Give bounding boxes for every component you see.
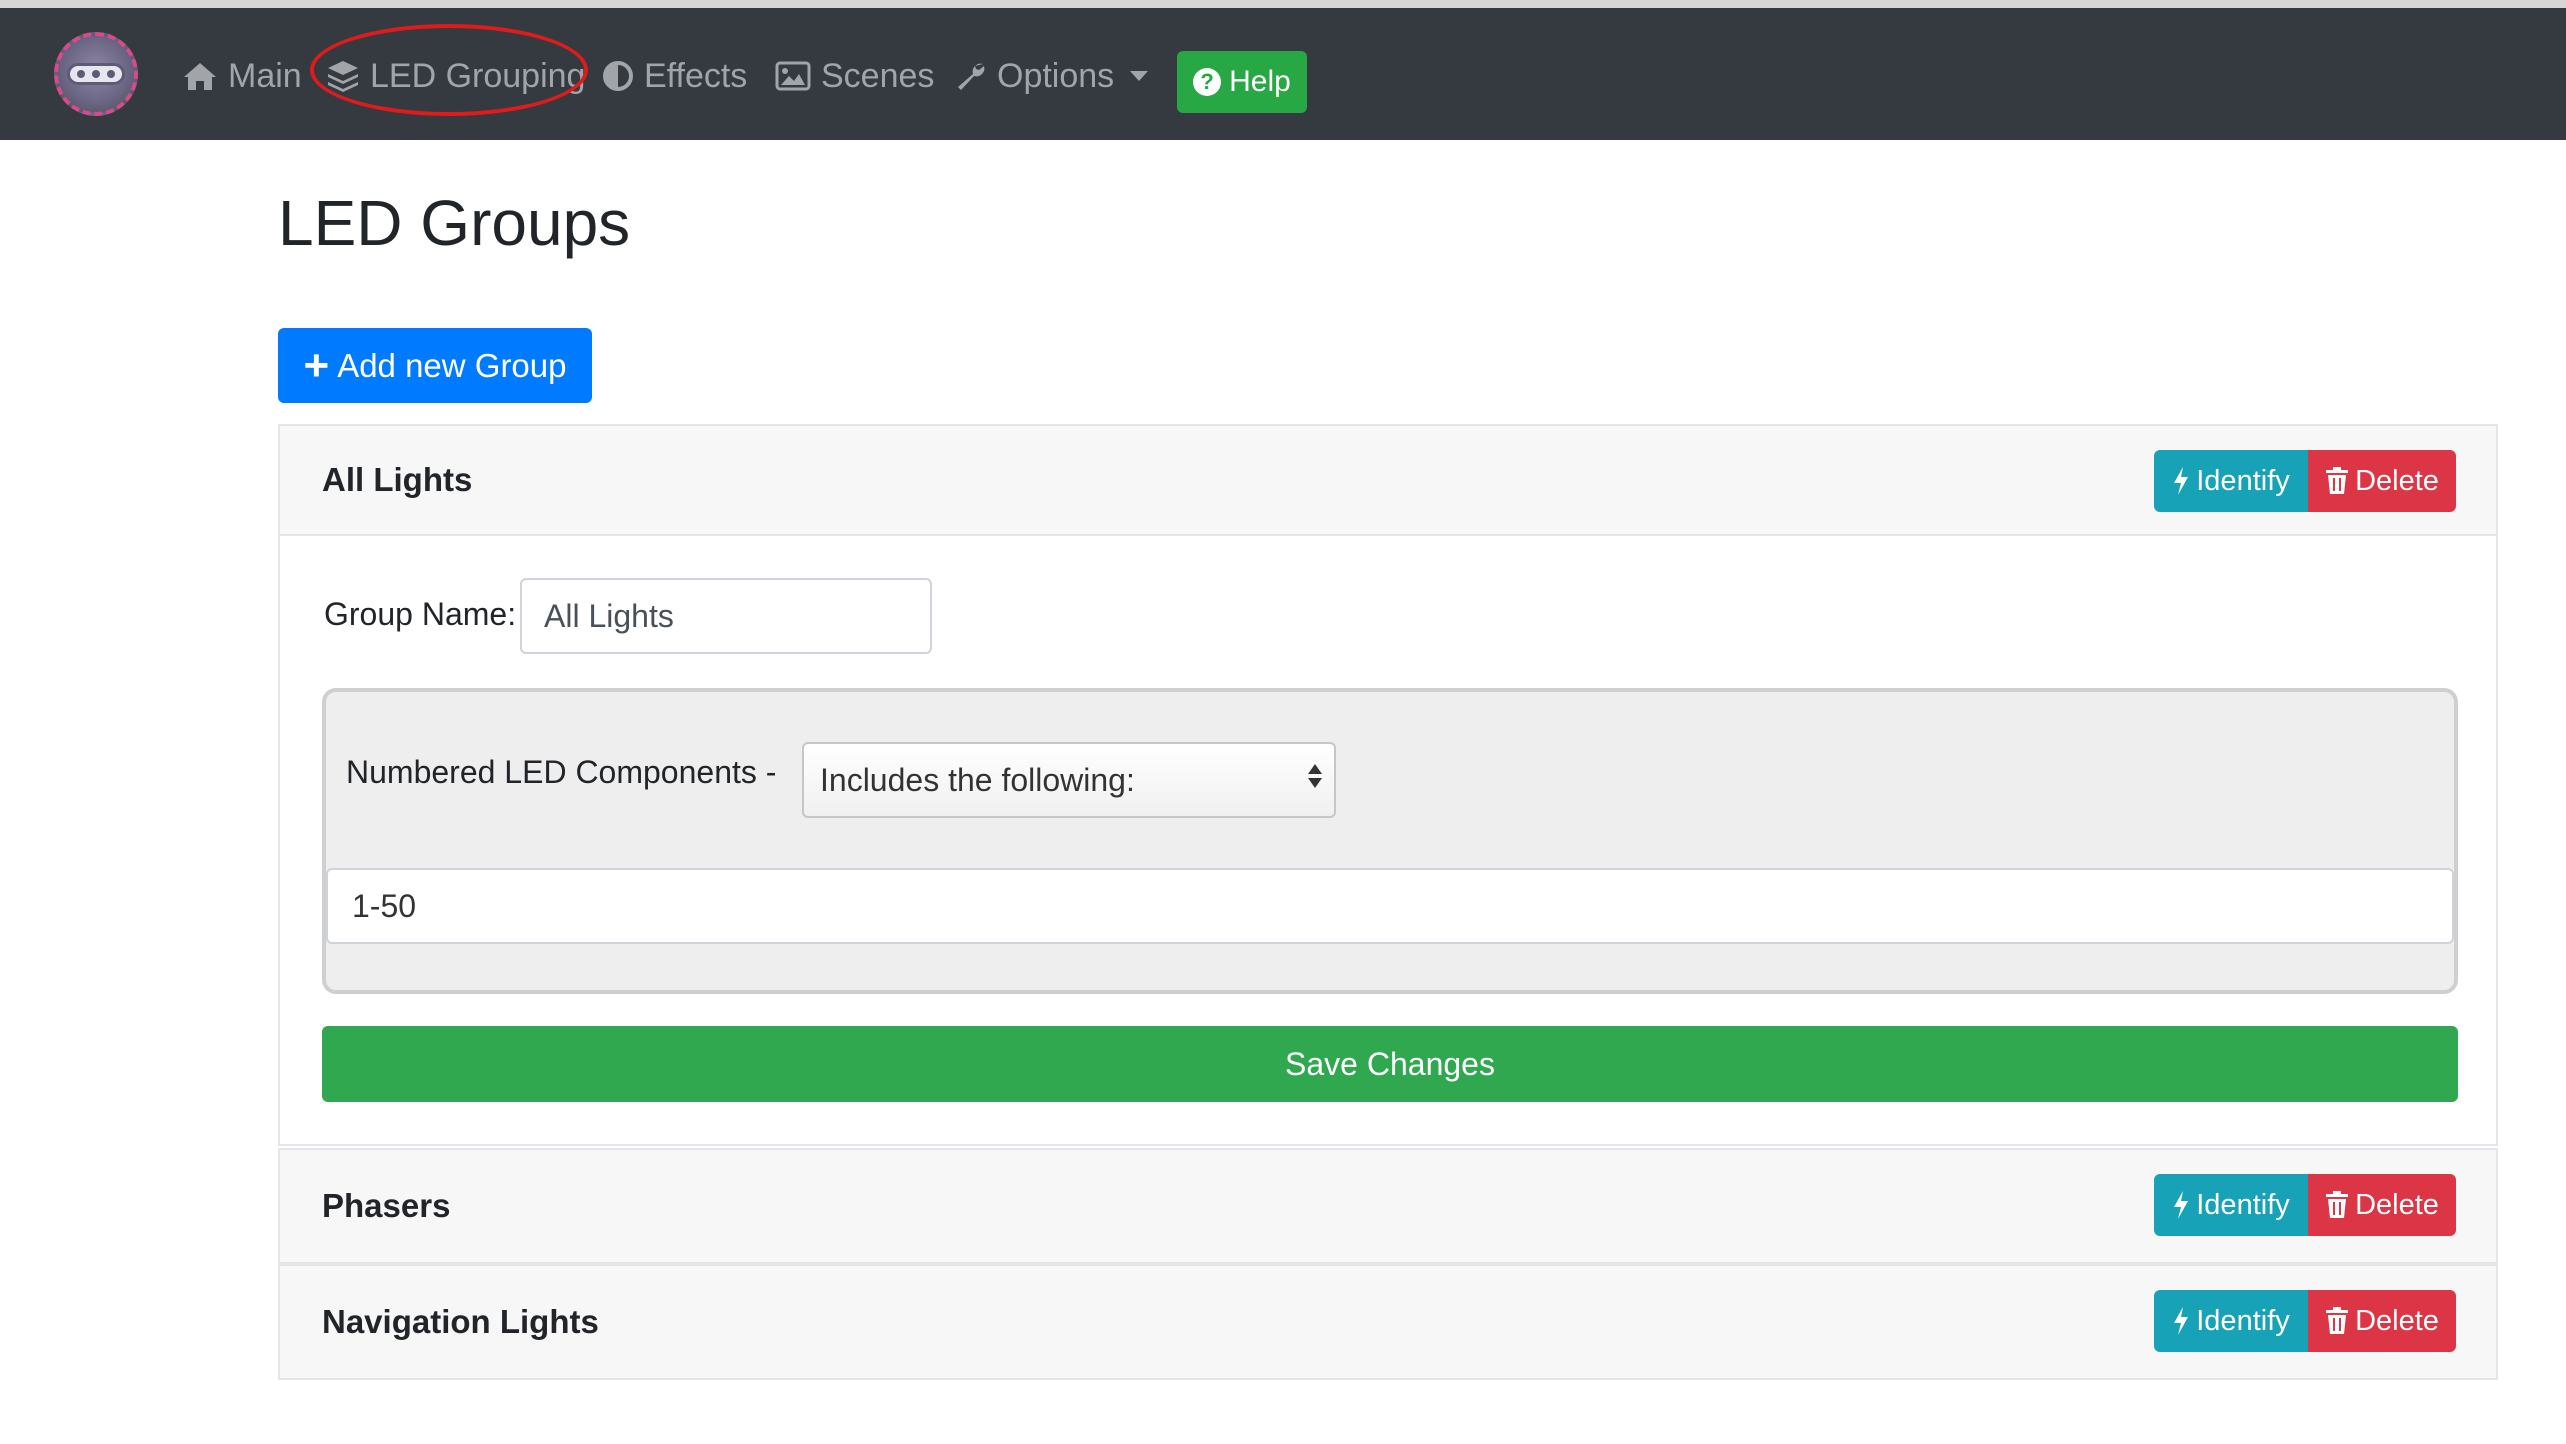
delete-label: Delete (2355, 464, 2439, 497)
question-circle-icon: ? (1193, 68, 1222, 96)
plus-icon: + (303, 340, 330, 390)
nav-item-label: Options (997, 56, 1115, 95)
contrast-icon (603, 61, 633, 91)
nav-item-label: Scenes (821, 56, 935, 95)
brand-logo[interactable] (54, 32, 138, 116)
components-label: Numbered LED Components - (346, 754, 777, 790)
delete-button[interactable]: Delete (2308, 1174, 2456, 1236)
wrench-icon (958, 63, 985, 90)
components-mode-select[interactable]: Includes the following: (802, 742, 1336, 818)
group-card-navigation-lights: Navigation Lights Identify Delete (278, 1264, 2498, 1380)
nav-item-main[interactable]: Main (182, 48, 302, 104)
identify-label: Identify (2196, 1304, 2290, 1337)
nav-item-scenes[interactable]: Scenes (775, 48, 934, 104)
page-title: LED Groups (278, 187, 631, 259)
nav-item-led-grouping[interactable]: LED Grouping (326, 48, 585, 104)
window-top-edge (0, 0, 2566, 8)
group-name-label: Group Name: (324, 596, 517, 632)
image-icon (775, 61, 811, 91)
led-components-panel: Numbered LED Components - Includes the f… (322, 688, 2458, 994)
group-title: All Lights (322, 461, 473, 498)
group-title: Navigation Lights (322, 1303, 599, 1340)
delete-label: Delete (2355, 1188, 2439, 1221)
group-actions: Identify Delete (2154, 1174, 2456, 1236)
group-actions: Identify Delete (2154, 450, 2456, 512)
add-new-group-button[interactable]: + Add new Group (278, 328, 592, 403)
group-card-header[interactable]: All Lights Identify Delete (280, 426, 2496, 536)
nav-item-label: Main (228, 56, 302, 95)
top-navbar: Main LED Grouping Effects Scenes Options… (0, 8, 2566, 140)
nav-item-label: Effects (644, 56, 748, 95)
group-card-header[interactable]: Navigation Lights Identify Delete (280, 1266, 2496, 1378)
chevron-down-icon (1130, 71, 1149, 81)
group-actions: Identify Delete (2154, 1290, 2456, 1352)
nav-item-label: LED Grouping (370, 56, 586, 95)
nav-item-options[interactable]: Options (955, 48, 1149, 104)
trash-icon (2326, 467, 2349, 494)
add-new-group-label: Add new Group (337, 346, 567, 384)
group-card-body: Group Name: Numbered LED Components - In… (280, 536, 2496, 1144)
home-icon (184, 63, 216, 90)
help-label: Help (1229, 65, 1291, 98)
components-range-input[interactable] (326, 868, 2454, 944)
group-card-phasers: Phasers Identify Delete (278, 1148, 2498, 1264)
delete-button[interactable]: Delete (2308, 450, 2456, 512)
delete-label: Delete (2355, 1304, 2439, 1337)
help-button[interactable]: ? Help (1177, 51, 1307, 113)
save-changes-button[interactable]: Save Changes (322, 1026, 2458, 1102)
delete-button[interactable]: Delete (2308, 1290, 2456, 1352)
components-mode-value: Includes the following: (820, 761, 1135, 798)
led-strip-icon (67, 63, 125, 85)
identify-label: Identify (2196, 1188, 2290, 1221)
layers-icon (328, 61, 358, 92)
group-card-header[interactable]: Phasers Identify Delete (280, 1150, 2496, 1262)
trash-icon (2326, 1191, 2349, 1218)
identify-button[interactable]: Identify (2154, 1290, 2308, 1352)
identify-label: Identify (2196, 464, 2290, 497)
identify-button[interactable]: Identify (2154, 1174, 2308, 1236)
group-card-all-lights: All Lights Identify Delete Group Name: N… (278, 424, 2498, 1146)
nav-item-effects[interactable]: Effects (602, 48, 747, 104)
trash-icon (2326, 1307, 2349, 1334)
identify-button[interactable]: Identify (2154, 450, 2308, 512)
select-arrows-icon (1308, 764, 1322, 788)
bolt-icon (2174, 1307, 2189, 1335)
bolt-icon (2174, 1191, 2189, 1219)
bolt-icon (2174, 467, 2189, 495)
group-name-input[interactable] (520, 578, 932, 654)
group-title: Phasers (322, 1187, 451, 1224)
